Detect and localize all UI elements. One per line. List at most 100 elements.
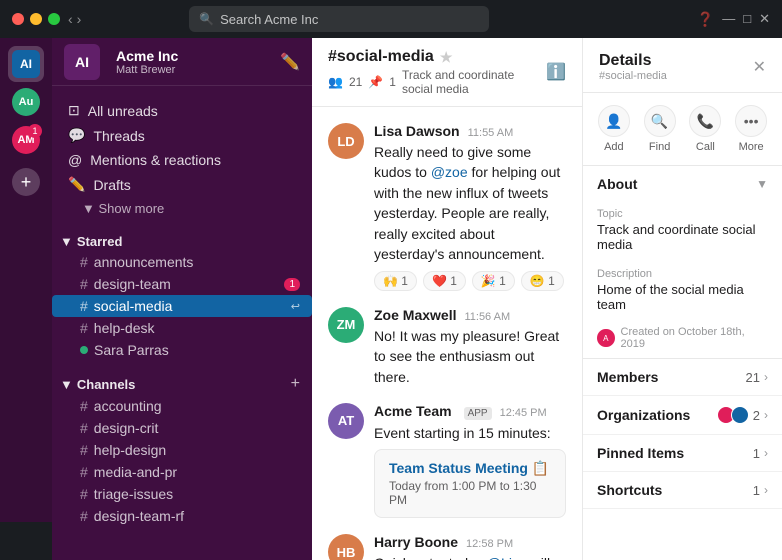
- app-badge: APP: [464, 407, 492, 420]
- main-chat-area: #social-media ★ 👥 21 📌 1 Track and coord…: [312, 38, 582, 560]
- org-avatars: [721, 406, 749, 424]
- close-traffic[interactable]: [12, 13, 24, 25]
- online-indicator: [80, 346, 88, 354]
- search-icon: 🔍: [199, 12, 214, 26]
- nav-mentions[interactable]: @ Mentions & reactions: [52, 148, 312, 172]
- chevron-right-icon: ›: [764, 370, 768, 384]
- members-count: 21: [746, 370, 760, 385]
- traffic-lights: [12, 13, 60, 25]
- workspace-logo: AI: [64, 44, 100, 80]
- members-label: Members: [597, 369, 658, 385]
- channel-design-team-rf[interactable]: # design-team-rf: [52, 505, 312, 527]
- channel-subtitle: 👥 21 📌 1 Track and coordinate social med…: [328, 68, 546, 96]
- details-close-button[interactable]: ✕: [753, 57, 766, 77]
- pinned-right: 1 ›: [753, 446, 768, 461]
- nav-all-unreads[interactable]: ⊡ All unreads: [52, 98, 312, 123]
- members-row[interactable]: Members 21 ›: [583, 359, 782, 396]
- channel-help-design[interactable]: # help-design: [52, 439, 312, 461]
- message-lisa: LD Lisa Dawson 11:55 AM Really need to g…: [328, 123, 566, 291]
- hash-icon: #: [80, 442, 88, 458]
- hash-icon: #: [80, 464, 88, 480]
- details-header: Details #social-media ✕: [583, 38, 782, 93]
- msg-header-acme: Acme Team APP 12:45 PM: [374, 403, 566, 420]
- creator-avatar: A: [597, 329, 615, 347]
- channel-social-media[interactable]: # social-media ↩: [52, 295, 312, 317]
- meeting-card: Team Status Meeting 📋 Today from 1:00 PM…: [374, 449, 566, 518]
- description-label: Description: [597, 268, 768, 280]
- title-bar: ‹ › 🔍 Search Acme Inc ❓ — □ ✕: [0, 0, 782, 38]
- channels-section: ▼ Channels + # accounting # design-crit: [52, 365, 312, 531]
- show-more-label: Show more: [99, 201, 165, 216]
- minimize-traffic[interactable]: [30, 13, 42, 25]
- workspace-user: Matt Brewer: [116, 64, 280, 76]
- details-call-action[interactable]: 📞 Call: [689, 105, 721, 153]
- channels-label[interactable]: ▼ Channels: [60, 377, 291, 392]
- sender-name: Lisa Dawson: [374, 123, 460, 139]
- workspace-icon-ai[interactable]: AI: [8, 46, 44, 82]
- maximize-button[interactable]: □: [743, 11, 751, 28]
- mention-link[interactable]: @Lisa: [487, 555, 527, 560]
- channel-media-pr[interactable]: # media-and-pr: [52, 461, 312, 483]
- msg-time: 11:55 AM: [468, 127, 514, 139]
- hash-icon: #: [80, 486, 88, 502]
- members-count-right: 21 ›: [746, 370, 768, 385]
- channel-accounting[interactable]: # accounting: [52, 395, 312, 417]
- chevron-right-icon: ›: [764, 446, 768, 460]
- minimize-button[interactable]: —: [722, 11, 735, 28]
- channel-design-crit[interactable]: # design-crit: [52, 417, 312, 439]
- org-avatar-2: [731, 406, 749, 424]
- forward-arrow[interactable]: ›: [77, 11, 82, 27]
- starred-label[interactable]: ▼ Starred: [60, 234, 300, 249]
- channel-help-desk[interactable]: # help-desk: [52, 317, 312, 339]
- close-button[interactable]: ✕: [759, 11, 770, 28]
- threads-icon: 💬: [68, 127, 85, 144]
- channel-name: triage-issues: [94, 486, 173, 502]
- messages-list: LD Lisa Dawson 11:55 AM Really need to g…: [312, 107, 582, 560]
- add-workspace-button[interactable]: +: [12, 168, 40, 196]
- msg-content-harry: Harry Boone 12:58 PM Quick note: today @…: [374, 534, 566, 560]
- organizations-label: Organizations: [597, 407, 690, 423]
- workspace-icon-am[interactable]: AM 1: [8, 122, 44, 158]
- channel-list: ⊡ All unreads 💬 Threads @ Mentions & rea…: [52, 86, 312, 560]
- msg-text: Quick note: today @Lisa will join our te…: [374, 553, 566, 560]
- msg-text: Really need to give some kudos to @zoe f…: [374, 142, 566, 265]
- msg-text: Event starting in 15 minutes:: [374, 423, 566, 443]
- reactions: 🙌 1 ❤️ 1 🎉 1 😁 1: [374, 271, 566, 291]
- mention-link[interactable]: @zoe: [431, 164, 468, 180]
- reaction-btn[interactable]: 🙌 1: [374, 271, 417, 291]
- maximize-traffic[interactable]: [48, 13, 60, 25]
- about-section-header[interactable]: About ▼: [583, 166, 782, 202]
- back-arrow[interactable]: ‹: [68, 11, 73, 27]
- organizations-right: 2 ›: [721, 406, 768, 424]
- nav-threads[interactable]: 💬 Threads: [52, 123, 312, 148]
- details-find-action[interactable]: 🔍 Find: [644, 105, 676, 153]
- reaction-btn[interactable]: 😁 1: [521, 271, 564, 291]
- msg-content-acme: Acme Team APP 12:45 PM Event starting in…: [374, 403, 566, 518]
- add-channel-button[interactable]: +: [291, 375, 300, 393]
- info-icon[interactable]: ℹ️: [546, 62, 566, 82]
- channel-name: help-design: [94, 442, 166, 458]
- starred-arrow: ▼: [60, 234, 73, 249]
- organizations-row[interactable]: Organizations 2 ›: [583, 396, 782, 435]
- reaction-btn[interactable]: 🎉 1: [472, 271, 515, 291]
- channel-triage-issues[interactable]: # triage-issues: [52, 483, 312, 505]
- details-add-action[interactable]: 👤 Add: [598, 105, 630, 153]
- shortcuts-count: 1: [753, 483, 760, 498]
- hash-icon: #: [80, 398, 88, 414]
- reaction-btn[interactable]: ❤️ 1: [423, 271, 466, 291]
- dm-sara-parras[interactable]: Sara Parras: [52, 339, 312, 361]
- search-bar[interactable]: 🔍 Search Acme Inc: [189, 6, 489, 32]
- add-label: Add: [604, 141, 624, 153]
- compose-icon[interactable]: ✏️: [280, 52, 300, 72]
- pinned-row[interactable]: Pinned Items 1 ›: [583, 435, 782, 472]
- star-icon[interactable]: ★: [440, 49, 453, 66]
- show-more-button[interactable]: ▼ Show more: [52, 197, 312, 220]
- shortcuts-row[interactable]: Shortcuts 1 ›: [583, 472, 782, 509]
- channel-design-team[interactable]: # design-team 1: [52, 273, 312, 295]
- details-more-action[interactable]: ••• More: [735, 105, 767, 153]
- workspace-icon-au[interactable]: Au: [8, 84, 44, 120]
- topic-field: Topic Track and coordinate social media: [583, 202, 782, 262]
- help-icon[interactable]: ❓: [697, 11, 714, 28]
- channel-announcements[interactable]: # announcements: [52, 251, 312, 273]
- nav-drafts[interactable]: ✏️ Drafts: [52, 172, 312, 197]
